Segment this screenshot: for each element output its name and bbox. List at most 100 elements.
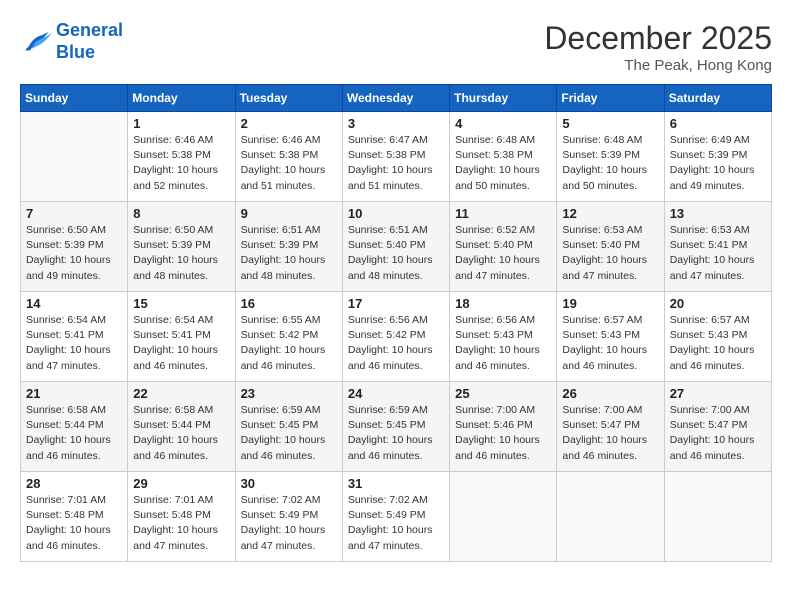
day-number: 20 xyxy=(670,296,766,311)
day-number: 24 xyxy=(348,386,444,401)
calendar-header-monday: Monday xyxy=(128,85,235,112)
calendar-cell: 24Sunrise: 6:59 AM Sunset: 5:45 PM Dayli… xyxy=(342,382,449,472)
day-number: 6 xyxy=(670,116,766,131)
calendar-cell: 18 Sunrise: 6:56 AM Sunset: 5:43 PM Dayli… xyxy=(450,292,557,382)
day-number: 14 xyxy=(26,296,122,311)
week-row-2: 7 Sunrise: 6:50 AM Sunset: 5:39 PM Daylig… xyxy=(21,202,772,292)
calendar-cell: 6 Sunrise: 6:49 AM Sunset: 5:39 PM Daylig… xyxy=(664,112,771,202)
calendar-cell: 9 Sunrise: 6:51 AM Sunset: 5:39 PM Daylig… xyxy=(235,202,342,292)
week-row-4: 21Sunrise: 6:58 AM Sunset: 5:44 PM Dayli… xyxy=(21,382,772,472)
calendar-cell xyxy=(21,112,128,202)
day-number: 10 xyxy=(348,206,444,221)
day-number: 26 xyxy=(562,386,658,401)
day-info: Sunrise: 7:01 AM Sunset: 5:48 PM Dayligh… xyxy=(133,493,229,554)
day-info: Sunrise: 6:56 AM Sunset: 5:42 PM Dayligh… xyxy=(348,313,444,374)
calendar-cell: 17Sunrise: 6:56 AM Sunset: 5:42 PM Dayli… xyxy=(342,292,449,382)
day-number: 2 xyxy=(241,116,337,131)
day-info: Sunrise: 6:58 AM Sunset: 5:44 PM Dayligh… xyxy=(26,403,122,464)
day-number: 9 xyxy=(241,206,337,221)
location-subtitle: The Peak, Hong Kong xyxy=(544,57,772,74)
day-number: 3 xyxy=(348,116,444,131)
calendar-cell: 25 Sunrise: 7:00 AM Sunset: 5:46 PM Dayli… xyxy=(450,382,557,472)
day-number: 27 xyxy=(670,386,766,401)
calendar-cell: 13 Sunrise: 6:53 AM Sunset: 5:41 PM Dayli… xyxy=(664,202,771,292)
calendar-cell xyxy=(664,472,771,562)
day-info: Sunrise: 6:58 AM Sunset: 5:44 PM Dayligh… xyxy=(133,403,229,464)
day-info: Sunrise: 7:00 AM Sunset: 5:46 PM Dayligh… xyxy=(455,403,551,464)
day-info: Sunrise: 6:48 AM Sunset: 5:38 PM Dayligh… xyxy=(455,133,551,194)
calendar-cell: 7 Sunrise: 6:50 AM Sunset: 5:39 PM Daylig… xyxy=(21,202,128,292)
day-info: Sunrise: 6:49 AM Sunset: 5:39 PM Dayligh… xyxy=(670,133,766,194)
day-info: Sunrise: 6:51 AM Sunset: 5:40 PM Dayligh… xyxy=(348,223,444,284)
calendar-cell: 10 Sunrise: 6:51 AM Sunset: 5:40 PM Dayli… xyxy=(342,202,449,292)
day-info: Sunrise: 6:54 AM Sunset: 5:41 PM Dayligh… xyxy=(133,313,229,374)
calendar-cell: 15 Sunrise: 6:54 AM Sunset: 5:41 PM Dayli… xyxy=(128,292,235,382)
day-number: 8 xyxy=(133,206,229,221)
calendar-cell: 30 Sunrise: 7:02 AM Sunset: 5:49 PM Dayli… xyxy=(235,472,342,562)
calendar-cell: 2 Sunrise: 6:46 AM Sunset: 5:38 PM Daylig… xyxy=(235,112,342,202)
day-info: Sunrise: 7:02 AM Sunset: 5:49 PM Dayligh… xyxy=(348,493,444,554)
calendar-cell: 22 Sunrise: 6:58 AM Sunset: 5:44 PM Dayli… xyxy=(128,382,235,472)
calendar-header-row: SundayMondayTuesdayWednesdayThursdayFrid… xyxy=(21,85,772,112)
calendar-cell: 20Sunrise: 6:57 AM Sunset: 5:43 PM Dayli… xyxy=(664,292,771,382)
day-info: Sunrise: 6:52 AM Sunset: 5:40 PM Dayligh… xyxy=(455,223,551,284)
calendar-table: SundayMondayTuesdayWednesdayThursdayFrid… xyxy=(20,84,772,562)
day-number: 19 xyxy=(562,296,658,311)
day-number: 18 xyxy=(455,296,551,311)
calendar-header-tuesday: Tuesday xyxy=(235,85,342,112)
logo: General Blue xyxy=(20,20,123,63)
calendar-cell: 1Sunrise: 6:46 AM Sunset: 5:38 PM Daylig… xyxy=(128,112,235,202)
month-title: December 2025 xyxy=(544,20,772,57)
calendar-cell: 12 Sunrise: 6:53 AM Sunset: 5:40 PM Dayli… xyxy=(557,202,664,292)
day-info: Sunrise: 6:53 AM Sunset: 5:41 PM Dayligh… xyxy=(670,223,766,284)
calendar-cell: 5Sunrise: 6:48 AM Sunset: 5:39 PM Daylig… xyxy=(557,112,664,202)
day-number: 28 xyxy=(26,476,122,491)
day-number: 30 xyxy=(241,476,337,491)
day-info: Sunrise: 6:56 AM Sunset: 5:43 PM Dayligh… xyxy=(455,313,551,374)
day-number: 31 xyxy=(348,476,444,491)
calendar-cell: 8 Sunrise: 6:50 AM Sunset: 5:39 PM Daylig… xyxy=(128,202,235,292)
day-number: 22 xyxy=(133,386,229,401)
calendar-cell xyxy=(557,472,664,562)
day-number: 11 xyxy=(455,206,551,221)
calendar-cell: 29 Sunrise: 7:01 AM Sunset: 5:48 PM Dayli… xyxy=(128,472,235,562)
day-number: 29 xyxy=(133,476,229,491)
day-info: Sunrise: 7:01 AM Sunset: 5:48 PM Dayligh… xyxy=(26,493,122,554)
day-info: Sunrise: 6:50 AM Sunset: 5:39 PM Dayligh… xyxy=(26,223,122,284)
day-info: Sunrise: 6:48 AM Sunset: 5:39 PM Dayligh… xyxy=(562,133,658,194)
calendar-cell: 19Sunrise: 6:57 AM Sunset: 5:43 PM Dayli… xyxy=(557,292,664,382)
page-header: General Blue December 2025 The Peak, Hon… xyxy=(20,20,772,74)
day-number: 16 xyxy=(241,296,337,311)
calendar-cell: 31 Sunrise: 7:02 AM Sunset: 5:49 PM Dayli… xyxy=(342,472,449,562)
day-number: 13 xyxy=(670,206,766,221)
calendar-cell: 4 Sunrise: 6:48 AM Sunset: 5:38 PM Daylig… xyxy=(450,112,557,202)
day-number: 12 xyxy=(562,206,658,221)
day-info: Sunrise: 7:00 AM Sunset: 5:47 PM Dayligh… xyxy=(562,403,658,464)
day-info: Sunrise: 6:46 AM Sunset: 5:38 PM Dayligh… xyxy=(241,133,337,194)
calendar-header-thursday: Thursday xyxy=(450,85,557,112)
day-info: Sunrise: 6:50 AM Sunset: 5:39 PM Dayligh… xyxy=(133,223,229,284)
day-number: 25 xyxy=(455,386,551,401)
day-info: Sunrise: 6:47 AM Sunset: 5:38 PM Dayligh… xyxy=(348,133,444,194)
calendar-cell: 23 Sunrise: 6:59 AM Sunset: 5:45 PM Dayli… xyxy=(235,382,342,472)
day-info: Sunrise: 6:59 AM Sunset: 5:45 PM Dayligh… xyxy=(241,403,337,464)
calendar-header-wednesday: Wednesday xyxy=(342,85,449,112)
day-info: Sunrise: 6:46 AM Sunset: 5:38 PM Dayligh… xyxy=(133,133,229,194)
day-info: Sunrise: 6:53 AM Sunset: 5:40 PM Dayligh… xyxy=(562,223,658,284)
day-number: 4 xyxy=(455,116,551,131)
day-number: 23 xyxy=(241,386,337,401)
day-info: Sunrise: 6:54 AM Sunset: 5:41 PM Dayligh… xyxy=(26,313,122,374)
calendar-cell xyxy=(450,472,557,562)
day-info: Sunrise: 6:51 AM Sunset: 5:39 PM Dayligh… xyxy=(241,223,337,284)
week-row-3: 14 Sunrise: 6:54 AM Sunset: 5:41 PM Dayli… xyxy=(21,292,772,382)
calendar-cell: 14 Sunrise: 6:54 AM Sunset: 5:41 PM Dayli… xyxy=(21,292,128,382)
calendar-cell: 27Sunrise: 7:00 AM Sunset: 5:47 PM Dayli… xyxy=(664,382,771,472)
week-row-5: 28 Sunrise: 7:01 AM Sunset: 5:48 PM Dayli… xyxy=(21,472,772,562)
day-info: Sunrise: 7:02 AM Sunset: 5:49 PM Dayligh… xyxy=(241,493,337,554)
calendar-header-friday: Friday xyxy=(557,85,664,112)
logo-text: General Blue xyxy=(56,20,123,63)
day-number: 15 xyxy=(133,296,229,311)
day-number: 7 xyxy=(26,206,122,221)
logo-line2: Blue xyxy=(56,42,95,62)
day-info: Sunrise: 6:55 AM Sunset: 5:42 PM Dayligh… xyxy=(241,313,337,374)
